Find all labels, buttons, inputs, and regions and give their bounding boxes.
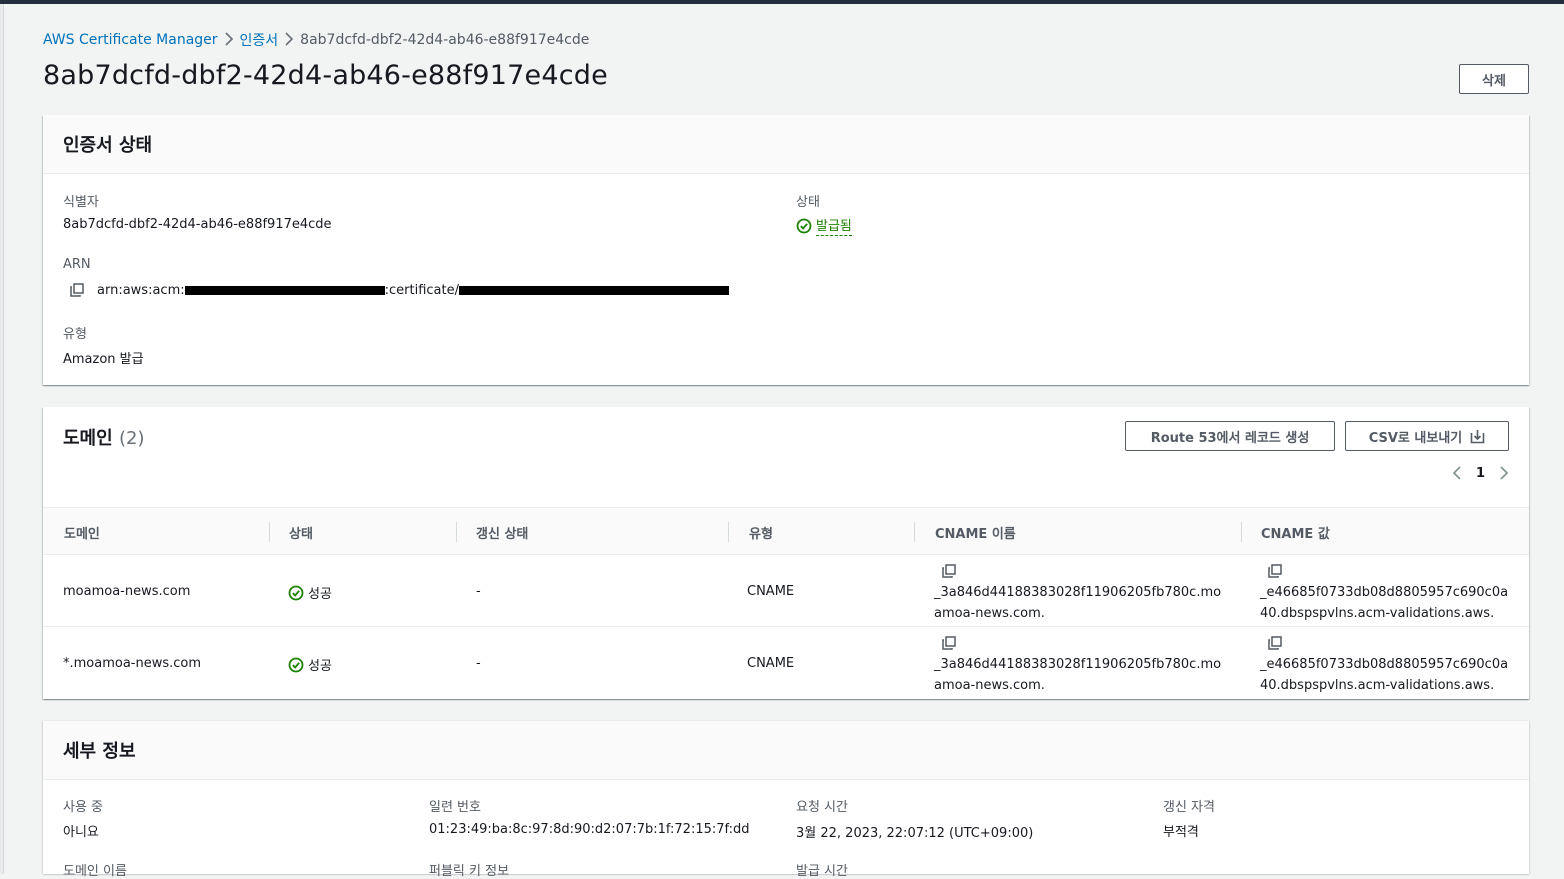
domain-name-label: 도메인 이름	[63, 864, 127, 879]
domains-count: (2)	[118, 428, 145, 449]
serial-value: 01:23:49:ba:8c:97:8d:90:d2:07:7b:1f:72:1…	[429, 822, 750, 837]
delete-button[interactable]: 삭제	[1459, 64, 1529, 94]
chevron-right-icon	[218, 32, 240, 48]
status-label: 상태	[796, 195, 820, 210]
panel-title: 인증서 상태	[63, 135, 153, 156]
status-success-icon	[288, 657, 304, 672]
column-divider	[728, 522, 729, 542]
domains-table-header: 도메인 상태 갱신 상태 유형 CNAME 이름 CNAME 값	[43, 507, 1529, 555]
domains-panel: 도메인 (2) Route 53에서 레코드 생성 CSV로 내보내기 1 도메…	[43, 407, 1529, 699]
renewal-status-cell: -	[476, 656, 481, 671]
panel-header: 인증서 상태	[43, 115, 1529, 174]
copy-icon[interactable]	[1267, 563, 1283, 579]
breadcrumb: AWS Certificate Manager 인증서 8ab7dcfd-dbf…	[43, 30, 589, 50]
top-bar	[0, 0, 1564, 4]
type-cell: CNAME	[747, 584, 795, 599]
column-divider	[456, 522, 457, 542]
cname-value-cell: _e46685f0733db08d8805957c690c0a40.dbspsp…	[1260, 657, 1509, 693]
column-divider	[914, 522, 915, 542]
create-route53-records-label: Route 53에서 레코드 생성	[1150, 430, 1310, 446]
breadcrumb-certificates-link[interactable]: 인증서	[240, 30, 279, 50]
table-row: *.moamoa-news.com 성공 - CNAME _3a846d4418…	[43, 627, 1529, 699]
column-divider	[1241, 522, 1242, 542]
cname-name-cell: _3a846d44188383028f11906205fb780c.moamoa…	[934, 657, 1222, 693]
renewal-status-cell: -	[476, 584, 481, 599]
export-csv-button[interactable]: CSV로 내보내기	[1345, 421, 1509, 451]
cname-name-cell: _3a846d44188383028f11906205fb780c.moamoa…	[934, 585, 1222, 621]
chevron-right-icon[interactable]	[1499, 465, 1509, 481]
delete-button-label: 삭제	[1482, 73, 1506, 89]
domain-cell: moamoa-news.com	[63, 584, 191, 599]
in-use-label: 사용 중	[63, 800, 104, 815]
renewal-eligibility-label: 갱신 자격	[1163, 800, 1215, 815]
serial-label: 일련 번호	[429, 800, 481, 815]
page-title: 8ab7dcfd-dbf2-42d4-ab46-e88f917e4cde	[43, 60, 608, 91]
type-cell: CNAME	[747, 656, 795, 671]
column-cname-name[interactable]: CNAME 이름	[935, 508, 1016, 556]
arn-prefix: arn:aws:acm:	[97, 282, 185, 298]
arn-value: arn:aws:acm: :certificate/	[63, 282, 729, 298]
status-success-icon	[288, 585, 304, 600]
status-text: 성공	[308, 587, 332, 602]
identifier-label: 식별자	[63, 195, 99, 210]
arn-mid: :certificate/	[384, 282, 459, 298]
side-nav-edge[interactable]	[0, 4, 4, 874]
breadcrumb-current: 8ab7dcfd-dbf2-42d4-ab46-e88f917e4cde	[300, 32, 590, 48]
table-row: moamoa-news.com 성공 - CNAME _3a846d441883…	[43, 555, 1529, 627]
cname-value-cell: _e46685f0733db08d8805957c690c0a40.dbspsp…	[1260, 585, 1509, 621]
column-cname-value[interactable]: CNAME 값	[1261, 508, 1330, 556]
requested-at-label: 요청 시간	[796, 800, 848, 815]
status-text: 발급됨	[816, 215, 852, 236]
arn-redaction	[458, 285, 729, 295]
domain-cell: *.moamoa-news.com	[63, 656, 202, 671]
type-label: 유형	[63, 327, 87, 342]
panel-header: 세부 정보	[43, 721, 1529, 780]
certificate-status-panel: 인증서 상태 식별자 8ab7dcfd-dbf2-42d4-ab46-e88f9…	[43, 115, 1529, 385]
status-cell: 성공	[288, 583, 332, 602]
renewal-eligibility-value: 부적격	[1163, 825, 1199, 840]
copy-icon[interactable]	[941, 563, 957, 579]
chevron-right-icon	[278, 32, 300, 48]
issued-at-label: 발급 시간	[796, 864, 848, 879]
create-route53-records-button[interactable]: Route 53에서 레코드 생성	[1125, 421, 1335, 451]
pagination: 1	[1452, 465, 1509, 481]
in-use-value: 아니요	[63, 825, 99, 840]
export-csv-label: CSV로 내보내기	[1368, 430, 1463, 446]
column-domain[interactable]: 도메인	[64, 508, 100, 556]
column-status[interactable]: 상태	[289, 508, 313, 556]
panel-title: 세부 정보	[63, 741, 136, 762]
chevron-left-icon[interactable]	[1452, 465, 1462, 481]
details-panel: 세부 정보 사용 중 아니요 일련 번호 01:23:49:ba:8c:97:8…	[43, 721, 1529, 879]
public-key-label: 퍼블릭 키 정보	[429, 864, 510, 879]
column-divider	[269, 522, 270, 542]
panel-title: 도메인 (2)	[63, 424, 144, 450]
type-value: Amazon 발급	[63, 352, 144, 367]
breadcrumb-acm-link[interactable]: AWS Certificate Manager	[43, 32, 218, 48]
requested-at-value: 3월 22, 2023, 22:07:12 (UTC+09:00)	[796, 826, 1034, 841]
column-type[interactable]: 유형	[749, 508, 773, 556]
copy-icon[interactable]	[1267, 635, 1283, 651]
status-cell: 성공	[288, 655, 332, 674]
copy-icon[interactable]	[941, 635, 957, 651]
status-value[interactable]: 발급됨	[796, 215, 852, 236]
arn-redaction	[184, 285, 385, 295]
domains-title: 도메인	[63, 428, 113, 449]
status-success-icon	[796, 218, 812, 233]
page-number[interactable]: 1	[1476, 466, 1485, 481]
identifier-value: 8ab7dcfd-dbf2-42d4-ab46-e88f917e4cde	[63, 217, 332, 232]
column-renewal-status[interactable]: 갱신 상태	[476, 508, 528, 556]
status-text: 성공	[308, 659, 332, 674]
arn-label: ARN	[63, 257, 91, 272]
export-icon	[1470, 429, 1485, 443]
copy-icon[interactable]	[69, 282, 85, 298]
